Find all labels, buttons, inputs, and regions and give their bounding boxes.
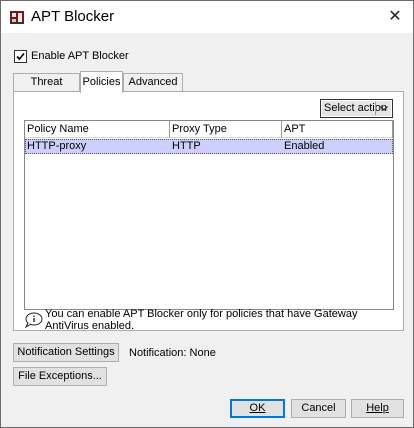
close-icon: ✕ — [388, 8, 402, 25]
help-button[interactable]: Help — [351, 399, 404, 418]
notification-settings-button[interactable]: Notification Settings — [13, 343, 119, 362]
info-icon — [24, 312, 43, 329]
policies-table: Policy Name Proxy Type APT HTTP-proxy HT… — [24, 120, 394, 310]
tab-threat-actions[interactable]: Threat actions — [13, 73, 80, 105]
info-text: You can enable APT Blocker only for poli… — [45, 308, 358, 332]
file-exceptions-button[interactable]: File Exceptions... — [13, 367, 107, 386]
ok-button-label: OK — [249, 402, 266, 414]
select-action-dropdown[interactable]: Select action — [320, 99, 393, 118]
cell-proxy-type: HTTP — [172, 140, 201, 152]
column-header-proxy-type[interactable]: Proxy Type — [170, 121, 282, 138]
help-button-label: Help — [366, 402, 389, 414]
checkmark-icon — [16, 52, 25, 60]
cell-policy-name: HTTP-proxy — [27, 140, 87, 152]
window-title: APT Blocker — [31, 8, 115, 25]
table-header: Policy Name Proxy Type APT — [25, 121, 393, 138]
enable-apt-blocker-checkbox-row[interactable]: Enable APT Blocker — [14, 48, 129, 64]
policies-panel: Select action Policy Name Proxy Type APT… — [13, 91, 404, 332]
tab-policies[interactable]: Policies — [80, 71, 123, 93]
app-logo-icon — [9, 9, 25, 25]
notification-status: Notification: None — [129, 347, 216, 359]
tab-advanced[interactable]: Advanced — [123, 73, 183, 92]
enable-apt-blocker-checkbox[interactable] — [14, 49, 27, 63]
column-header-apt[interactable]: APT — [282, 121, 393, 138]
close-button[interactable]: ✕ — [383, 5, 407, 29]
table-row[interactable]: HTTP-proxy HTTP Enabled — [25, 139, 393, 154]
enable-apt-blocker-label: Enable APT Blocker — [31, 50, 129, 62]
select-action-label: Select action — [324, 102, 387, 114]
cancel-button[interactable]: Cancel — [291, 399, 346, 418]
chevron-down-icon — [379, 102, 389, 121]
column-header-policy-name[interactable]: Policy Name — [25, 121, 170, 138]
title-bar: APT Blocker ✕ — [1, 1, 413, 33]
info-message: You can enable APT Blocker only for poli… — [24, 308, 403, 332]
cell-apt-status: Enabled — [284, 140, 325, 152]
ok-button[interactable]: OK — [230, 399, 285, 418]
dropdown-separator — [375, 102, 376, 115]
apt-blocker-dialog: APT Blocker ✕ Enable APT Blocker Threat … — [0, 0, 414, 428]
